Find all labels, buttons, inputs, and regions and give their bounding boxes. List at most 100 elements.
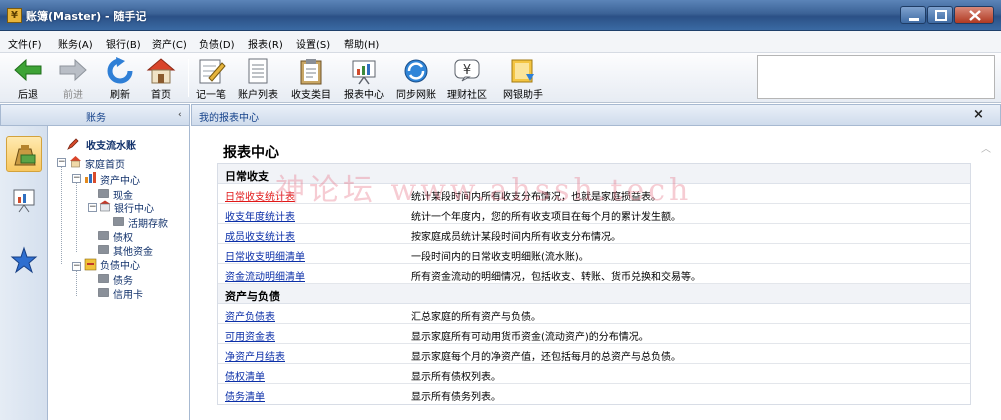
report-description: 所有资金流动的明细情况，包括收支、转账、货币兑换和交易等。 — [411, 272, 701, 283]
maximize-icon — [935, 10, 947, 21]
menu-reports[interactable]: 报表(R) — [248, 36, 283, 51]
report-link-annual-stats[interactable]: 收支年度统计表 — [225, 208, 295, 223]
account-list-button[interactable]: 账户列表 — [235, 53, 281, 103]
report-link-balance-sheet[interactable]: 资产负债表 — [225, 308, 275, 323]
categories-button[interactable]: 收支类目 — [288, 53, 334, 103]
title-bar: ¥ 账簿(Master) - 随手记 — [0, 0, 1001, 31]
record-button[interactable]: 记一笔 — [193, 53, 229, 103]
tree-node-credit-card[interactable]: 信用卡 — [113, 286, 143, 301]
window-title: 账簿(Master) - 随手记 — [26, 10, 147, 23]
close-tab-button[interactable]: × — [973, 107, 984, 122]
report-table: 日常收支 日常收支统计表 统计某段时间内所有收支分布情况，也就是家庭损益表。 收… — [217, 163, 971, 405]
close-window-button[interactable] — [954, 6, 994, 24]
section-header-assets-liabilities: 资产与负债 — [218, 284, 970, 304]
report-row: 日常收支明细清单 一段时间内的日常收支明细账(流水账)。 — [218, 244, 970, 264]
tab-my-report-center[interactable]: 我的报表中心 — [199, 109, 259, 124]
toolbar: 后退 前进 刷新 首页 记一笔 账户列表 收支类目 报表中心 同步网账 ¥ 理财… — [0, 53, 1001, 103]
report-row: 净资产月结表 显示家庭每个月的净资产值，还包括每月的总资产与总负债。 — [218, 344, 970, 364]
liability-icon — [84, 258, 97, 271]
house-icon — [70, 156, 81, 168]
document-list-icon — [248, 58, 268, 84]
left-panel-header: 账务 ‹ — [0, 104, 190, 126]
online-banking-assistant-button[interactable]: 网银助手 — [497, 53, 549, 103]
sync-button[interactable]: 同步网账 — [393, 53, 439, 103]
tree-node-claims[interactable]: 债权 — [113, 229, 133, 244]
tree-node-other-funds[interactable]: 其他资金 — [113, 243, 153, 258]
report-description: 显示所有债务列表。 — [411, 392, 501, 403]
back-button[interactable]: 后退 — [10, 53, 46, 103]
credit-card-icon — [98, 288, 109, 297]
tree-node-demand-deposit[interactable]: 活期存款 — [128, 215, 168, 230]
menu-liabilities[interactable]: 负债(D) — [199, 36, 235, 51]
report-description: 显示家庭每个月的净资产值，还包括每月的总资产与总负债。 — [411, 352, 681, 363]
minimize-button[interactable] — [900, 6, 926, 24]
tree-collapse-toggle[interactable]: − — [72, 262, 81, 271]
svg-text:¥: ¥ — [463, 63, 471, 78]
scroll-up-arrow-icon[interactable]: ︿ — [981, 140, 991, 155]
report-link-available-funds[interactable]: 可用资金表 — [225, 328, 275, 343]
report-center-button[interactable]: 报表中心 — [341, 53, 387, 103]
report-row: 可用资金表 显示家庭所有可动用货币资金(流动资产)的分布情况。 — [218, 324, 970, 344]
money-bag-icon — [14, 145, 36, 166]
yuan-chat-icon: ¥ — [454, 59, 480, 82]
tree-node-liability-center[interactable]: 负债中心 — [100, 257, 140, 272]
menu-bar: 文件(F) 账务(A) 银行(B) 资产(C) 负债(D) 报表(R) 设置(S… — [0, 31, 1001, 53]
tree-node-debts[interactable]: 债务 — [113, 272, 133, 287]
forward-arrow-icon — [59, 58, 87, 82]
report-row: 日常收支统计表 统计某段时间内所有收支分布情况，也就是家庭损益表。 — [218, 184, 970, 204]
menu-help[interactable]: 帮助(H) — [344, 36, 379, 51]
report-row: 债权清单 显示所有债权列表。 — [218, 364, 970, 384]
refresh-icon — [107, 57, 133, 84]
report-link-cashflow-detail[interactable]: 资金流动明细清单 — [225, 268, 305, 283]
tree-guide-line — [76, 182, 77, 252]
close-icon — [969, 10, 981, 21]
collapse-panel-button[interactable]: ‹ — [178, 110, 182, 120]
report-description: 汇总家庭的所有资产与负债。 — [411, 312, 541, 323]
tree-collapse-toggle[interactable]: − — [57, 158, 66, 167]
tree-node-asset-center[interactable]: 资产中心 — [100, 172, 140, 187]
menu-settings[interactable]: 设置(S) — [296, 36, 330, 51]
menu-file[interactable]: 文件(F) — [8, 36, 42, 51]
clipboard-icon — [300, 59, 322, 85]
tree-node-cashflow-ledger[interactable]: 收支流水账 — [86, 137, 136, 152]
report-link-debts-list[interactable]: 债务清单 — [225, 388, 265, 403]
report-link-daily-stats[interactable]: 日常收支统计表 — [225, 188, 295, 203]
report-link-net-assets-monthly[interactable]: 净资产月结表 — [225, 348, 285, 363]
account-card-icon — [113, 217, 124, 226]
report-link-claims-list[interactable]: 债权清单 — [225, 368, 265, 383]
nav-favorites-button[interactable] — [6, 242, 42, 278]
maximize-button[interactable] — [927, 6, 953, 24]
report-link-member-stats[interactable]: 成员收支统计表 — [225, 228, 295, 243]
nav-reports-button[interactable] — [6, 182, 42, 218]
report-description: 显示所有债权列表。 — [411, 372, 501, 383]
star-icon — [10, 246, 38, 274]
wallet-icon — [98, 189, 109, 198]
toolbar-input-box[interactable] — [757, 55, 995, 99]
bank-building-icon — [99, 200, 111, 212]
funds-icon — [98, 245, 109, 254]
tree-collapse-toggle[interactable]: − — [88, 203, 97, 212]
menu-accounts[interactable]: 账务(A) — [58, 36, 93, 51]
section-header-daily: 日常收支 — [218, 164, 970, 184]
notebook-pencil-icon — [199, 59, 226, 84]
tree-collapse-toggle[interactable]: − — [72, 174, 81, 183]
tree-node-bank-center[interactable]: 银行中心 — [114, 200, 154, 215]
debt-icon — [98, 274, 109, 283]
report-description: 统计某段时间内所有收支分布情况，也就是家庭损益表。 — [411, 192, 661, 203]
app-logo-icon: ¥ — [7, 8, 22, 23]
report-description: 统计一个年度内，您的所有收支项目在每个月的累计发生额。 — [411, 212, 681, 223]
tree-node-family-home[interactable]: 家庭首页 — [85, 156, 125, 171]
community-button[interactable]: ¥ 理财社区 — [444, 53, 490, 103]
report-link-daily-detail[interactable]: 日常收支明细清单 — [225, 248, 305, 263]
tree-guide-line — [61, 164, 62, 264]
nav-accounting-button[interactable] — [6, 136, 42, 172]
report-description: 一段时间内的日常收支明细账(流水账)。 — [411, 252, 589, 263]
folder-helper-icon — [511, 59, 534, 83]
refresh-button[interactable]: 刷新 — [102, 53, 138, 103]
home-button[interactable]: 首页 — [143, 53, 179, 103]
forward-button[interactable]: 前进 — [55, 53, 91, 103]
menu-bank[interactable]: 银行(B) — [106, 36, 141, 51]
page-title: 报表中心 — [223, 145, 279, 161]
tree-guide-line — [76, 270, 77, 296]
menu-assets[interactable]: 资产(C) — [152, 36, 187, 51]
